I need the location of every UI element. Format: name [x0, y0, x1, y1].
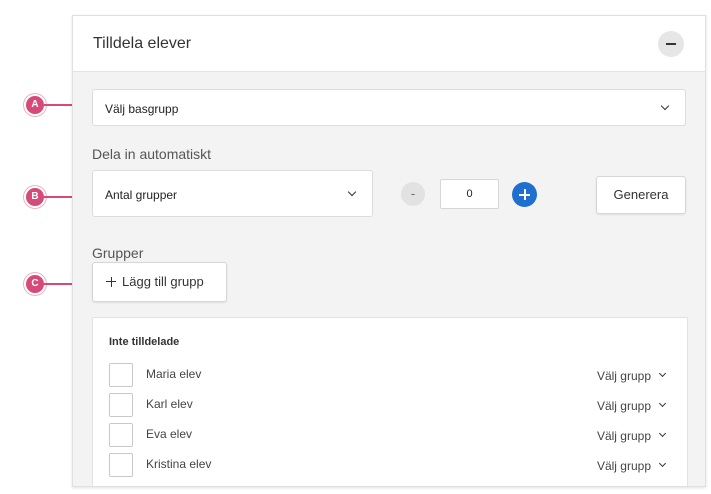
unassigned-students-box: Inte tilldelade Maria elev Välj grupp Ka…: [92, 317, 688, 486]
decrement-button[interactable]: -: [401, 182, 425, 206]
list-item: Maria elev Välj grupp: [109, 363, 669, 389]
group-select-value: Välj grupp: [596, 399, 651, 413]
student-name: Kristina elev: [146, 457, 212, 471]
group-count-input[interactable]: 0: [440, 179, 499, 209]
add-group-label: Lägg till grupp: [122, 274, 204, 289]
plus-icon[interactable]: [512, 182, 537, 207]
student-name: Maria elev: [146, 367, 202, 381]
auto-split-label: Dela in automatiskt: [92, 146, 212, 162]
list-item: Karl elev Välj grupp: [109, 393, 669, 419]
basgrupp-select[interactable]: Välj basgrupp: [92, 89, 686, 126]
student-name: Eva elev: [146, 427, 193, 441]
callout-a: A: [26, 96, 44, 114]
group-mode-select-value: Antal grupper: [105, 188, 178, 202]
basgrupp-select-value: Välj basgrupp: [105, 102, 179, 116]
groups-label: Grupper: [92, 245, 144, 261]
group-select-value: Välj grupp: [596, 459, 651, 473]
list-item: Eva elev Välj grupp: [109, 423, 669, 449]
chevron-down-icon: [660, 101, 670, 111]
chevron-down-icon: [347, 187, 357, 197]
list-item: Kristina elev Välj grupp: [109, 453, 669, 479]
panel-title: Tilldela elever: [93, 35, 192, 52]
unassigned-title: Inte tilldelade: [109, 336, 180, 348]
group-select[interactable]: Välj grupp: [597, 459, 667, 473]
student-name: Karl elev: [146, 397, 193, 411]
group-select-value: Välj grupp: [596, 369, 651, 383]
group-select[interactable]: Välj grupp: [597, 429, 667, 443]
plus-icon: [106, 277, 116, 287]
student-checkbox[interactable]: [109, 393, 133, 417]
student-checkbox[interactable]: [109, 453, 133, 477]
student-checkbox[interactable]: [109, 423, 133, 447]
chevron-down-icon: [658, 369, 667, 378]
chevron-down-icon: [658, 399, 667, 408]
assign-students-panel: Tilldela elever Välj basgrupp Dela in au…: [72, 15, 706, 487]
callout-c: C: [26, 275, 44, 293]
group-select[interactable]: Välj grupp: [597, 399, 667, 413]
group-select[interactable]: Välj grupp: [597, 369, 667, 383]
add-group-button[interactable]: Lägg till grupp: [92, 262, 227, 302]
group-select-value: Välj grupp: [596, 429, 651, 443]
minus-icon[interactable]: [658, 31, 684, 57]
panel-header: Tilldela elever: [73, 16, 705, 72]
student-checkbox[interactable]: [109, 363, 133, 387]
callout-b: B: [26, 188, 44, 206]
group-mode-select[interactable]: Antal grupper: [92, 170, 373, 217]
generate-button[interactable]: Generera: [596, 176, 686, 214]
chevron-down-icon: [658, 429, 667, 438]
chevron-down-icon: [658, 459, 667, 468]
